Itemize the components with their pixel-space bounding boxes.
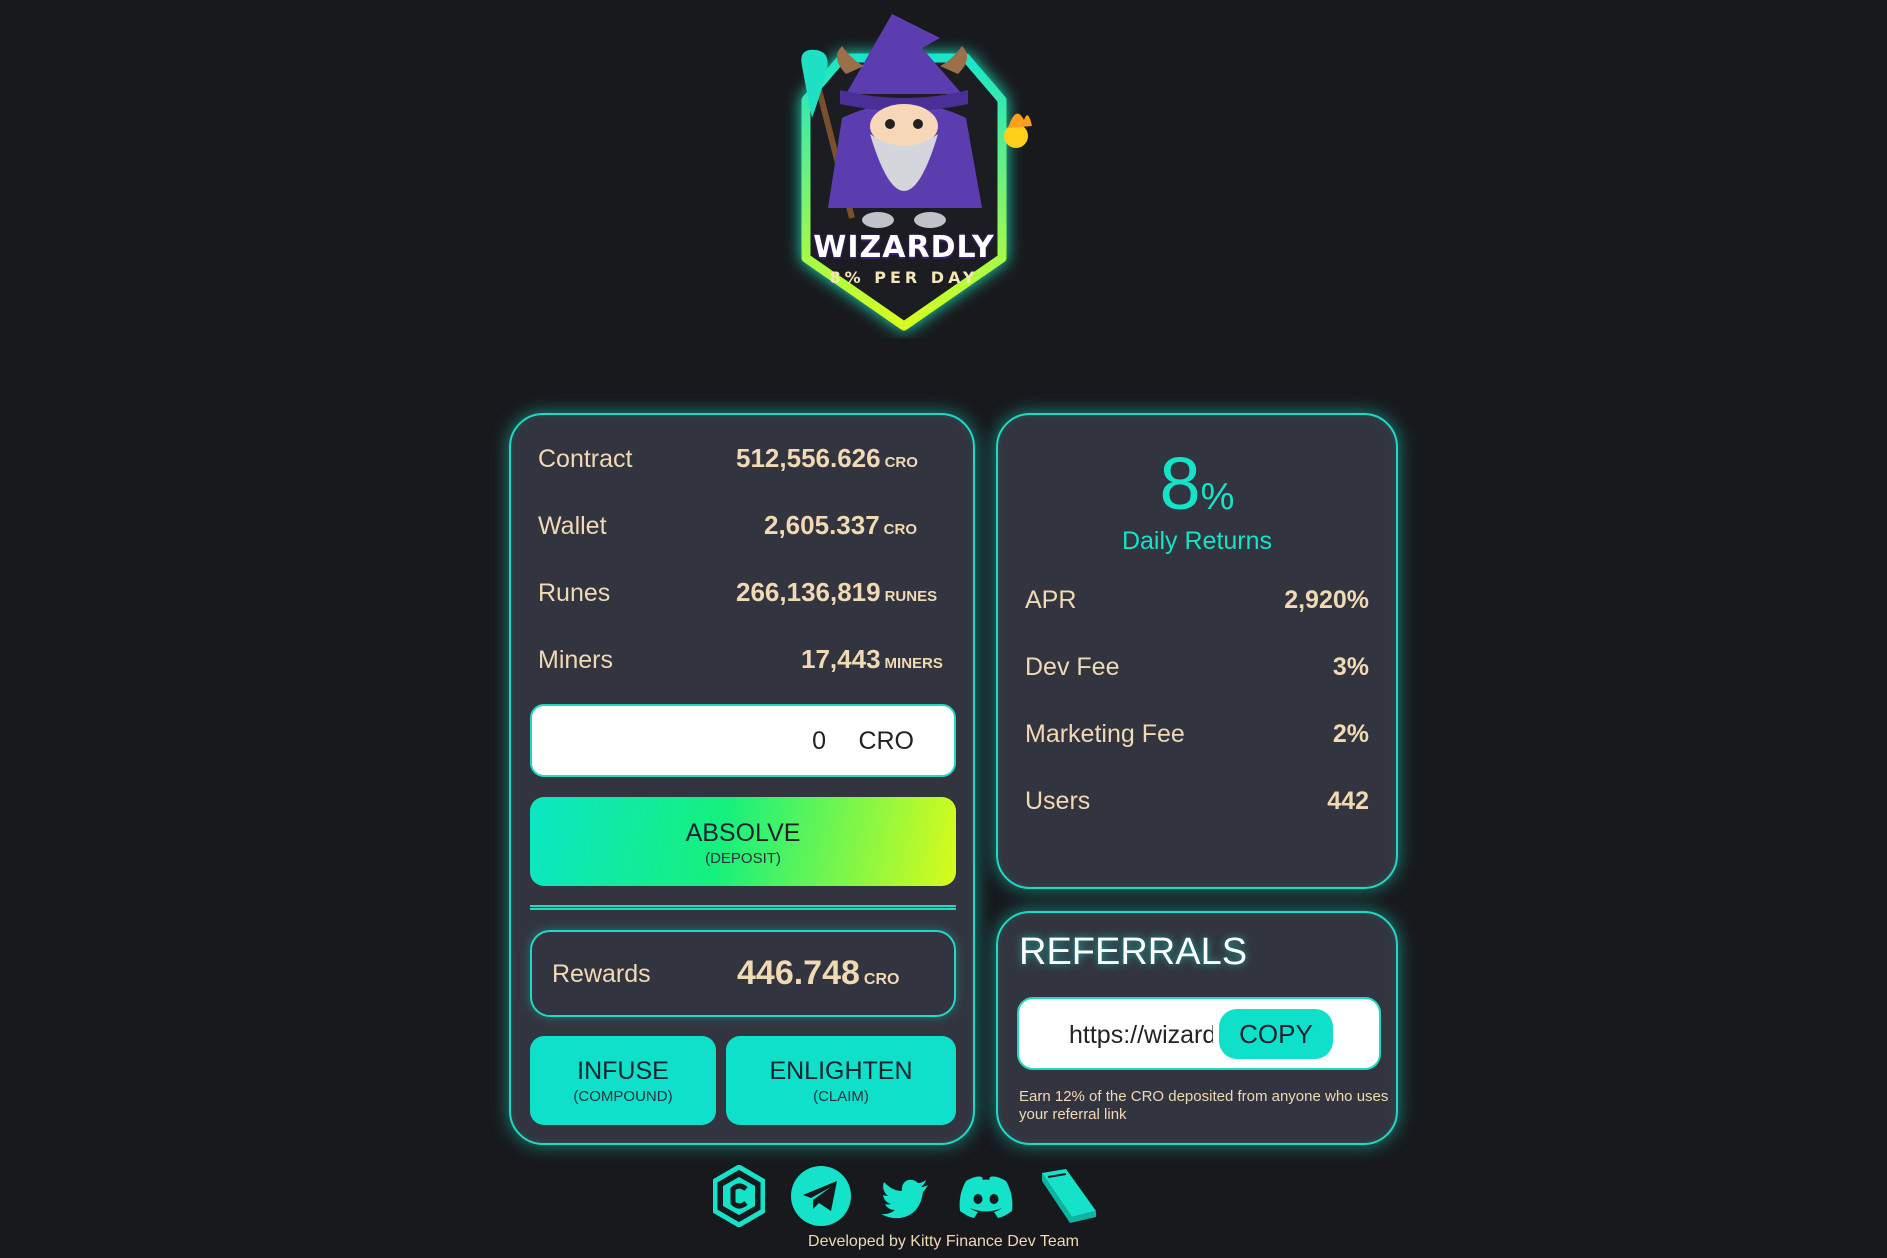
deposit-amount-input[interactable]: 0 CRO bbox=[530, 704, 956, 777]
referrals-panel: REFERRALS https://wizardly COPY Earn 12%… bbox=[996, 911, 1398, 1145]
stat-label: Contract bbox=[538, 445, 633, 473]
stat-row-contract: Contract 512,556.626 CRO bbox=[511, 443, 973, 485]
docs-book-icon[interactable] bbox=[1036, 1165, 1100, 1227]
apr-label: APR bbox=[1025, 586, 1077, 614]
dev-fee-label: Dev Fee bbox=[1025, 653, 1120, 681]
stat-value: 2,605.337 CRO bbox=[764, 510, 917, 541]
referral-link-field[interactable]: https://wizardly COPY bbox=[1017, 997, 1381, 1070]
logo-title: WIZARDLY bbox=[813, 230, 995, 265]
wizard-badge-icon bbox=[801, 14, 1032, 331]
rewards-value: 446.748 CRO bbox=[737, 954, 899, 993]
referral-note: Earn 12% of the CRO deposited from anyon… bbox=[1019, 1088, 1389, 1123]
compound-button[interactable]: INFUSE (COMPOUND) bbox=[530, 1036, 716, 1125]
stat-unit: MINERS bbox=[884, 655, 943, 672]
deposit-button-sublabel: (DEPOSIT) bbox=[705, 850, 781, 867]
deposit-amount-value[interactable]: 0 bbox=[812, 727, 826, 756]
stat-unit: CRO bbox=[884, 454, 918, 471]
daily-returns-label: Daily Returns bbox=[1121, 527, 1273, 555]
deposit-button[interactable]: ABSOLVE (DEPOSIT) bbox=[530, 797, 956, 886]
apr-value: 2,920% bbox=[1284, 586, 1369, 614]
compound-button-label: INFUSE bbox=[577, 1057, 669, 1085]
twitter-icon[interactable] bbox=[880, 1165, 930, 1227]
divider bbox=[530, 905, 956, 910]
stat-number: 17,443 bbox=[801, 644, 881, 674]
daily-rate-unit: % bbox=[1200, 476, 1235, 518]
stat-unit: RUNES bbox=[884, 588, 938, 605]
daily-rate-value: 8 bbox=[1159, 442, 1201, 525]
copy-button[interactable]: COPY bbox=[1219, 1009, 1333, 1059]
claim-button-label: ENLIGHTEN bbox=[769, 1057, 913, 1085]
daily-rate: 8% bbox=[998, 441, 1396, 526]
stat-label: Runes bbox=[538, 579, 611, 607]
deposit-button-label: ABSOLVE bbox=[685, 819, 801, 847]
stat-value: 266,136,819 RUNES bbox=[736, 577, 937, 608]
claim-button[interactable]: ENLIGHTEN (CLAIM) bbox=[726, 1036, 956, 1125]
rewards-label: Rewards bbox=[552, 960, 651, 988]
stat-row-runes: Runes 266,136,819 RUNES bbox=[511, 577, 973, 619]
stat-number: 266,136,819 bbox=[736, 577, 881, 607]
stat-row-wallet: Wallet 2,605.337 CRO bbox=[511, 510, 973, 552]
logo-subtitle: 8% PER DAY bbox=[829, 268, 979, 287]
rewards-box: Rewards 446.748 CRO bbox=[530, 930, 956, 1017]
referrals-title: REFERRALS bbox=[1019, 931, 1248, 973]
marketing-fee-label: Marketing Fee bbox=[1025, 720, 1185, 748]
stat-number: 2,605.337 bbox=[764, 510, 880, 540]
discord-icon[interactable] bbox=[954, 1165, 1018, 1227]
stat-unit: CRO bbox=[883, 521, 918, 538]
users-value: 442 bbox=[1327, 787, 1369, 815]
stat-number: 512,556.626 bbox=[736, 443, 881, 473]
dev-fee-value: 3% bbox=[1332, 653, 1369, 681]
stat-row-miners: Miners 17,443 MINERS bbox=[511, 644, 973, 686]
returns-panel: 8% Daily Returns APR 2,920% Dev Fee 3% M… bbox=[996, 413, 1398, 889]
cronos-icon[interactable] bbox=[713, 1165, 765, 1227]
page: WIZARDLY 8% PER DAY Contract 512,556.626… bbox=[0, 0, 1887, 1258]
telegram-icon[interactable] bbox=[789, 1165, 853, 1227]
deposit-amount-unit: CRO bbox=[858, 727, 914, 755]
compound-button-sublabel: (COMPOUND) bbox=[573, 1088, 673, 1105]
rewards-unit: CRO bbox=[863, 971, 900, 988]
claim-button-sublabel: (CLAIM) bbox=[813, 1088, 869, 1105]
wizardly-logo: WIZARDLY 8% PER DAY bbox=[772, 8, 1036, 338]
rewards-number: 446.748 bbox=[737, 954, 860, 992]
stat-value: 512,556.626 CRO bbox=[736, 443, 918, 474]
users-label: Users bbox=[1025, 787, 1091, 815]
footer-credit: Developed by Kitty Finance Dev Team bbox=[808, 1233, 1079, 1250]
stat-label: Wallet bbox=[538, 512, 607, 540]
referral-link-value[interactable]: https://wizardly bbox=[1069, 1021, 1213, 1050]
marketing-fee-value: 2% bbox=[1332, 720, 1369, 748]
miner-panel: Contract 512,556.626 CRO Wallet 2,605.337… bbox=[509, 413, 975, 1145]
stat-value: 17,443 MINERS bbox=[801, 644, 943, 675]
stat-label: Miners bbox=[538, 646, 614, 674]
